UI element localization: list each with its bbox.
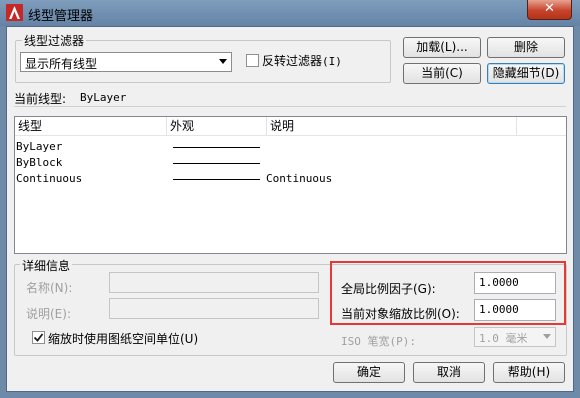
paper-space-units-checkbox[interactable] [32,331,45,344]
chevron-down-icon [219,59,227,64]
hide-details-button[interactable]: 隐藏细节(D) [487,63,565,84]
global-scale-label: 全局比例因子(G): [341,282,436,296]
table-row[interactable]: Continuous Continuous [15,171,566,187]
description-field[interactable] [109,298,319,319]
object-scale-input[interactable]: 1.0000 [474,299,556,321]
linetype-list[interactable]: 线型 外观 说明 ByLayer ByBlock Continuous Cont… [14,116,567,254]
name-field[interactable] [109,272,319,293]
global-scale-input[interactable]: 1.0000 [474,272,556,294]
linetype-name: Continuous [16,172,83,185]
autocad-app-icon [6,4,23,21]
details-group-label: 详细信息 [20,257,73,274]
linetype-name: ByBlock [16,156,63,169]
chevron-down-icon [543,334,551,339]
linetype-sample [173,163,260,164]
cancel-button[interactable]: 取消 [413,362,485,383]
filter-group-label: 线型过滤器 [22,32,87,49]
window-title: 线型管理器 [28,9,94,24]
filter-select[interactable]: 显示所有线型 [20,52,232,72]
paper-space-units-label: 缩放时使用图纸空间单位(U) [48,332,199,346]
column-header-appearance[interactable]: 外观 [167,117,267,135]
column-header-description[interactable]: 说明 [267,117,517,135]
delete-button[interactable]: 删除 [487,37,565,58]
header-divider [15,135,566,136]
set-current-button[interactable]: 当前(C) [403,63,481,84]
filter-select-value: 显示所有线型 [25,57,98,71]
close-button[interactable]: ✕ [527,0,572,20]
linetype-description: Continuous [266,172,333,185]
load-button[interactable]: 加载(L)... [403,37,481,58]
table-row[interactable]: ByLayer [15,139,566,155]
table-row[interactable]: ByBlock [15,155,566,171]
iso-pen-width-label: ISO 笔宽(P): [341,335,416,348]
current-linetype-value: ByLayer [80,91,127,104]
object-scale-label: 当前对象缩放比例(O): [341,307,460,321]
iso-pen-width-select[interactable]: 1.0 毫米 [474,327,556,347]
current-linetype-label: 当前线型: [14,92,67,106]
description-label: 说明(E): [26,307,71,321]
invert-filter-label: 反转过滤器(I) [262,54,342,68]
column-header-linetype[interactable]: 线型 [15,117,167,135]
name-label: 名称(N): [26,281,73,295]
ok-button[interactable]: 确定 [333,362,405,383]
help-button[interactable]: 帮助(H) [493,362,565,383]
linetype-sample [173,147,260,148]
checkmark-icon [33,333,44,342]
linetype-name: ByLayer [16,140,63,153]
iso-pen-width-value: 1.0 毫米 [479,332,528,345]
linetype-sample [173,179,260,180]
invert-filter-checkbox[interactable] [246,54,259,67]
divider [14,106,566,107]
